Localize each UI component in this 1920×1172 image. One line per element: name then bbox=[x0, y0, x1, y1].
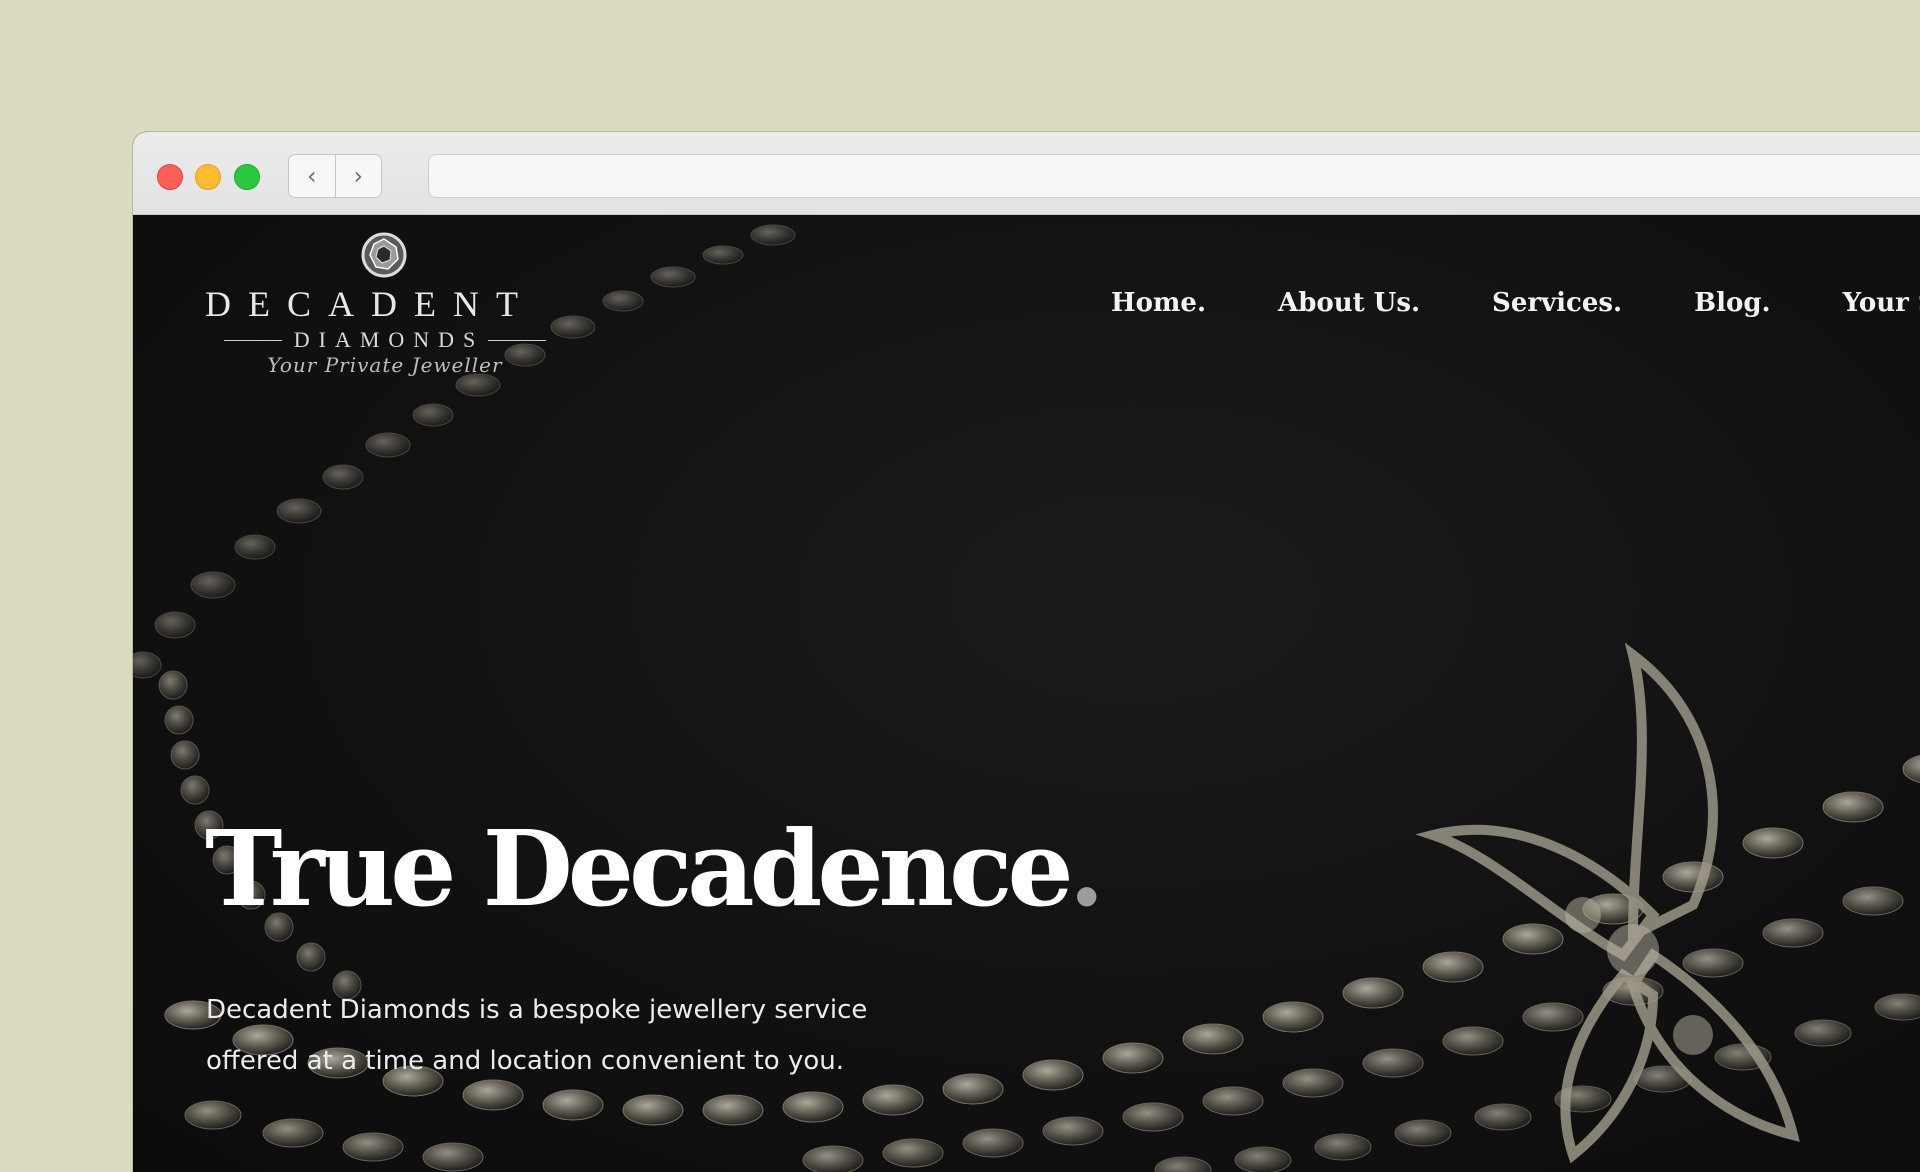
close-window-button[interactable] bbox=[157, 164, 183, 190]
browser-titlebar: ‹ › bbox=[133, 132, 1920, 215]
back-button[interactable]: ‹ bbox=[289, 155, 335, 197]
logo-sub-row: DIAMONDS bbox=[205, 327, 565, 353]
history-buttons: ‹ › bbox=[288, 154, 382, 198]
nav-your-stories[interactable]: Your Stories. bbox=[1843, 288, 1920, 318]
logo-rule-right bbox=[488, 339, 547, 341]
hero-title: True Decadence. bbox=[205, 807, 1105, 930]
nav-about-us[interactable]: About Us. bbox=[1278, 288, 1420, 318]
page-viewport: DECADENT DIAMONDS Your Private Jeweller … bbox=[133, 215, 1920, 1172]
hero-title-text: True Decadence bbox=[205, 807, 1074, 930]
logo-sub-text: DIAMONDS bbox=[293, 327, 485, 352]
chevron-left-icon: ‹ bbox=[306, 162, 317, 190]
nav-home[interactable]: Home. bbox=[1111, 288, 1206, 318]
forward-button[interactable]: › bbox=[334, 155, 382, 197]
browser-window: ‹ › DECADENT DIAMONDS Your Private Jewel… bbox=[133, 132, 1920, 1172]
chevron-right-icon: › bbox=[353, 162, 364, 190]
main-nav: Home. About Us. Services. Blog. Your Sto… bbox=[1111, 288, 1920, 318]
logo-brand-text: DECADENT bbox=[205, 284, 535, 324]
nav-services[interactable]: Services. bbox=[1492, 288, 1622, 318]
site-logo[interactable]: DECADENT DIAMONDS Your Private Jeweller bbox=[205, 231, 565, 377]
nav-blog[interactable]: Blog. bbox=[1694, 288, 1770, 318]
address-bar[interactable] bbox=[428, 154, 1920, 198]
diamond-gem-icon bbox=[361, 232, 407, 278]
logo-rule-left bbox=[223, 339, 282, 341]
maximize-window-button[interactable] bbox=[234, 164, 260, 190]
hero-title-accent: . bbox=[1068, 807, 1105, 930]
minimize-window-button[interactable] bbox=[195, 164, 221, 190]
logo-tagline: Your Private Jeweller bbox=[267, 353, 503, 377]
hero-description: Decadent Diamonds is a bespoke jewellery… bbox=[206, 995, 868, 1076]
